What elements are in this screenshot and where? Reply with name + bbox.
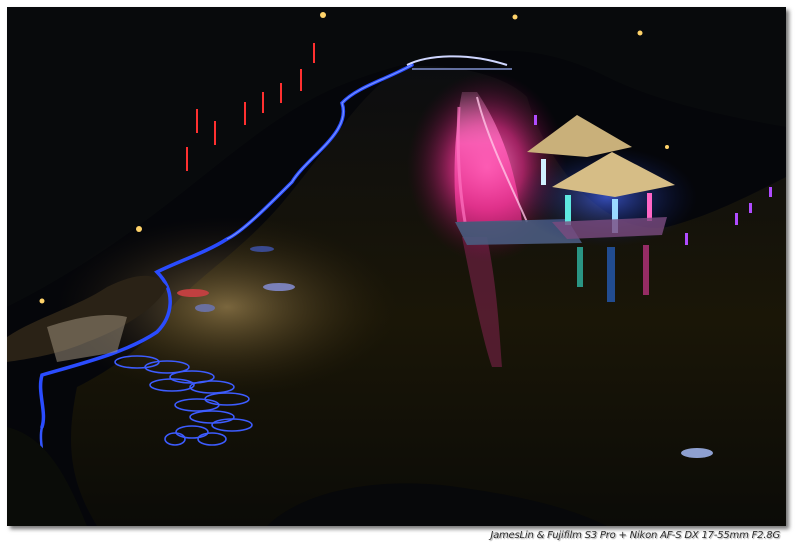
photo-credit: JamesLin & Fujifilm S3 Pro + Nikon AF-S … — [490, 530, 780, 541]
photo-frame: JamesLin & Fujifilm S3 Pro + Nikon AF-S … — [0, 0, 800, 555]
night-lake-scene — [7, 7, 786, 526]
night-park-photo — [7, 7, 786, 526]
